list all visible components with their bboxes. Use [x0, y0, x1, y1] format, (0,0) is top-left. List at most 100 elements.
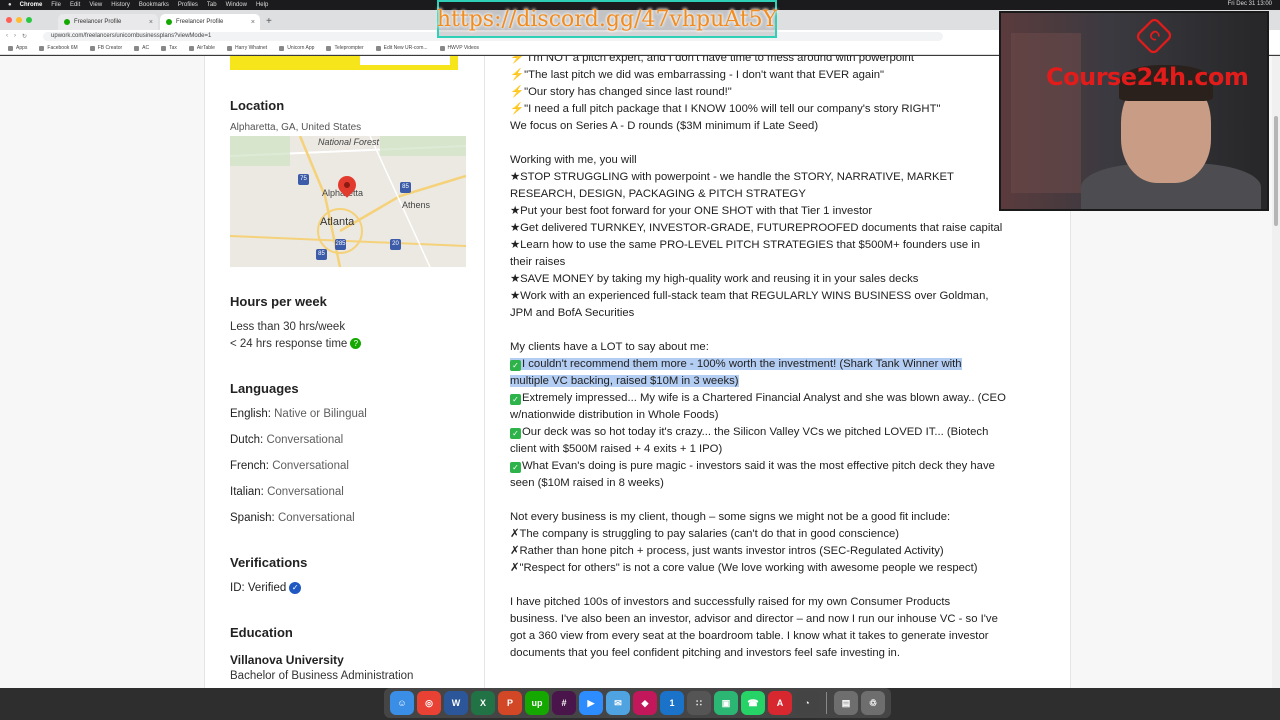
calculator-icon[interactable]: ∷ — [687, 691, 711, 715]
location-map[interactable]: National Forest Alpharetta Athens Atlant… — [230, 136, 466, 267]
language-name: Spanish: — [230, 512, 275, 524]
new-tab-icon[interactable]: + — [266, 14, 272, 30]
forward-icon[interactable]: › — [14, 33, 16, 39]
trash-icon[interactable]: ♲ — [861, 691, 885, 715]
bookmark-label: AC — [142, 45, 150, 51]
reload-icon[interactable]: ↻ — [22, 33, 27, 40]
menu-item-view[interactable]: View — [89, 2, 102, 8]
bio-line: got a 360 view from every seat at the bo… — [510, 630, 989, 642]
1password-icon[interactable]: 1 — [660, 691, 684, 715]
close-tab-icon[interactable]: × — [251, 19, 255, 26]
menu-item-edit[interactable]: Edit — [70, 2, 80, 8]
map-label: Athens — [402, 200, 431, 210]
zoom-icon[interactable]: ▶ — [579, 691, 603, 715]
bookmark-icon — [375, 45, 381, 51]
bookmark-label: FB Creator — [97, 45, 123, 51]
bookmark-item[interactable]: Facebook 6M — [39, 45, 78, 51]
bookmark-icon — [439, 45, 445, 51]
testimonial-line: ✓ What Evan's doing is pure magic - inves… — [510, 458, 1055, 475]
benefit-line: ★SAVE MONEY by taking my high-quality wo… — [510, 273, 919, 285]
profile-card: Location Alpharetta, GA, United States N… — [204, 56, 1071, 688]
language-name: Dutch: — [230, 434, 264, 446]
language-name: English: — [230, 408, 271, 420]
whatsapp-icon[interactable]: ☎ — [741, 691, 765, 715]
minimize-window-button[interactable] — [16, 17, 22, 23]
close-tab-icon[interactable]: × — [149, 19, 153, 26]
hours-heading: Hours per week — [230, 294, 327, 309]
browser-tab-active[interactable]: Freelancer Profile × — [160, 14, 260, 30]
bookmark-item[interactable]: Teleprompter — [326, 45, 364, 51]
bookmark-item[interactable]: Tax — [161, 45, 177, 51]
benefit-line: ★Get delivered TURNKEY, INVESTOR-GRADE, … — [510, 222, 1003, 234]
finder-icon[interactable]: ☺ — [390, 691, 414, 715]
browser-tab[interactable]: Freelancer Profile × — [58, 14, 158, 30]
upwork-icon[interactable]: up — [525, 691, 549, 715]
map-label: National Forest — [318, 137, 380, 147]
profile-description: ⚡"I'm NOT a pitch expert, and I don't ha… — [510, 56, 1055, 662]
response-time-label: < 24 hrs response time — [230, 338, 348, 350]
menu-item-profiles[interactable]: Profiles — [178, 2, 198, 8]
tab-title: Freelancer Profile — [74, 19, 122, 25]
back-icon[interactable]: ‹ — [6, 33, 8, 39]
page-scrollbar[interactable] — [1272, 56, 1280, 688]
bookmark-icon — [8, 45, 13, 51]
slack-icon[interactable]: # — [552, 691, 576, 715]
language-name: French: — [230, 460, 269, 472]
close-window-button[interactable] — [6, 17, 12, 23]
language-row: French: Conversational — [230, 460, 349, 472]
bookmark-item[interactable]: FB Creator — [89, 45, 123, 51]
benefit-line: ★Put your best foot forward for your ONE… — [510, 205, 873, 217]
bookmark-icon — [89, 45, 95, 51]
powerpoint-icon[interactable]: P — [498, 691, 522, 715]
benefit-line: ★Learn how to use the same PRO-LEVEL PIT… — [510, 239, 981, 251]
bookmark-item[interactable]: HWVP Videos — [439, 45, 479, 51]
testimonial-line-selected[interactable]: ✓ I couldn't recommend them more - 100% w… — [510, 356, 1055, 373]
help-icon[interactable]: ? — [350, 338, 362, 350]
lightning-icon: ⚡ — [510, 86, 525, 98]
webcam-overlay: C Course24h.com — [999, 11, 1269, 211]
benefit-line: ★Work with an experienced full-stack tea… — [510, 290, 989, 302]
bookmark-item[interactable]: Unicorn App — [279, 45, 314, 51]
menubar-clock[interactable]: Fri Dec 31 13:00 — [1228, 1, 1272, 7]
menu-item-bookmarks[interactable]: Bookmarks — [139, 2, 169, 8]
testimonial-text: Our deck was so hot today it's crazy... … — [522, 426, 989, 438]
menu-item-file[interactable]: File — [51, 2, 61, 8]
acrobat-icon[interactable]: A — [768, 691, 792, 715]
chrome-icon[interactable]: ◎ — [417, 691, 441, 715]
highway-shield-icon: 20 — [390, 239, 401, 250]
testimonial-line-selected[interactable]: multiple VC backing, raised $10M in 3 we… — [510, 373, 1055, 390]
bookmark-item[interactable]: Harry Whatnet — [226, 45, 267, 51]
menu-item-history[interactable]: History — [111, 2, 130, 8]
bookmark-item[interactable]: Edit New UR-com... — [375, 45, 428, 51]
degree: Bachelor of Business Administration — [230, 670, 414, 682]
menu-item-app[interactable]: Chrome — [20, 2, 43, 8]
folder-icon[interactable]: ▤ — [834, 691, 858, 715]
bio-line: I have pitched 100s of investors and suc… — [510, 596, 951, 608]
highway-shield-icon: 285 — [335, 239, 346, 250]
word-icon[interactable]: W — [444, 691, 468, 715]
bookmark-item[interactable]: AC — [134, 45, 149, 51]
activity-monitor-icon[interactable]: ◔ — [795, 691, 819, 715]
bookmark-icon — [226, 45, 232, 51]
menu-item-window[interactable]: Window — [226, 2, 247, 8]
languages-heading: Languages — [230, 381, 299, 396]
webcam-shelf — [1011, 33, 1081, 193]
bookmark-item[interactable]: AirTable — [188, 45, 215, 51]
language-row: Italian: Conversational — [230, 486, 344, 498]
lightning-icon: ⚡ — [510, 56, 525, 64]
testimonial-line: seen ($10M raised in 8 weeks) — [510, 477, 664, 489]
working-intro: Working with me, you will — [510, 154, 637, 166]
mail-icon[interactable]: ✉ — [606, 691, 630, 715]
testimonial-text: I couldn't recommend them more - 100% wo… — [522, 358, 962, 370]
apple-icon[interactable]: ● — [8, 2, 12, 8]
menu-item-tab[interactable]: Tab — [207, 2, 217, 8]
zoom-window-button[interactable] — [26, 17, 32, 23]
bookmark-icon — [39, 45, 45, 51]
bookmark-item[interactable]: Apps — [8, 45, 27, 51]
notfit-intro: Not every business is my client, though … — [510, 511, 951, 523]
scrollbar-thumb[interactable] — [1274, 116, 1278, 226]
app-green-icon[interactable]: ▣ — [714, 691, 738, 715]
app-red-icon[interactable]: ◆ — [633, 691, 657, 715]
menu-item-help[interactable]: Help — [256, 2, 268, 8]
excel-icon[interactable]: X — [471, 691, 495, 715]
